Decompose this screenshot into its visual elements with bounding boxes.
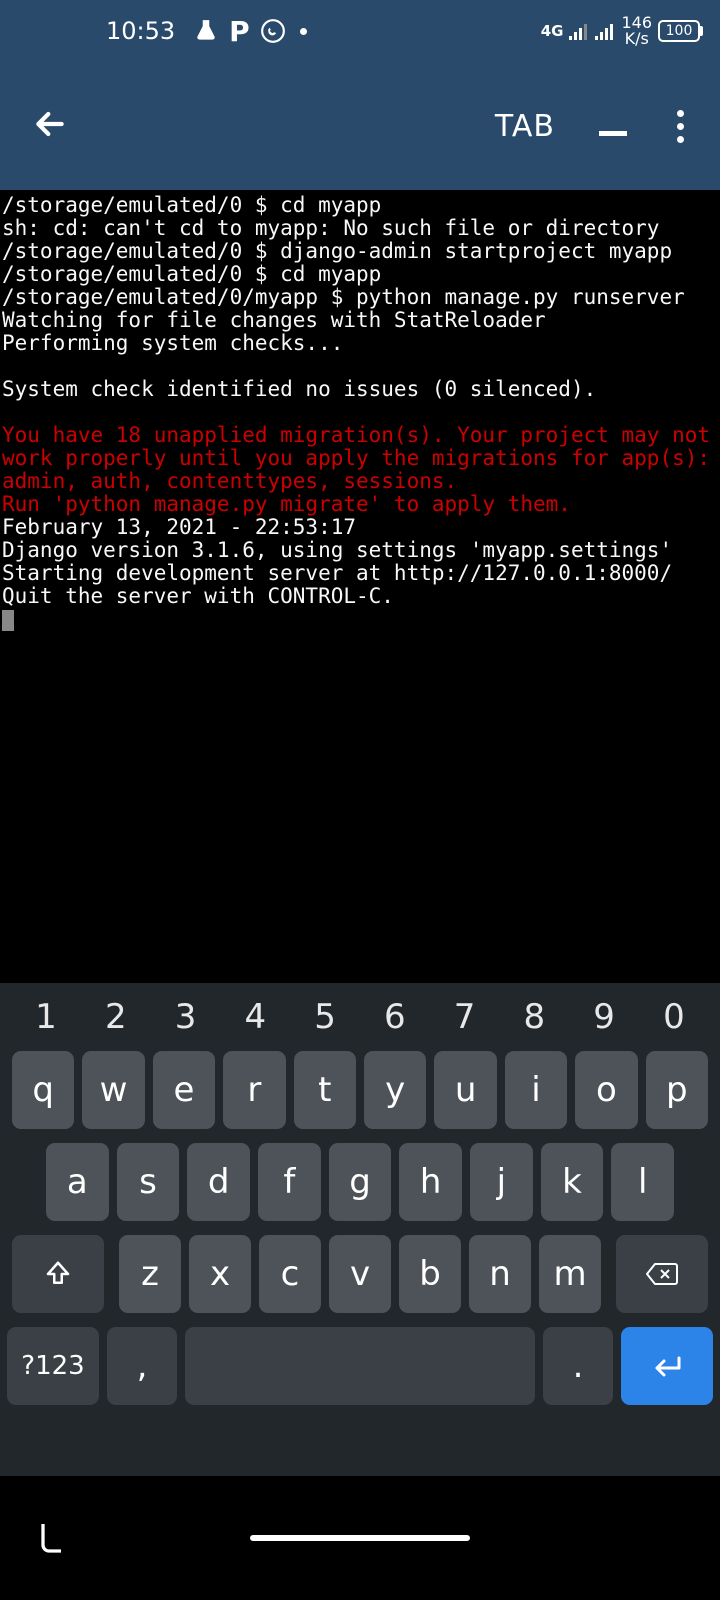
p-icon: P	[229, 15, 250, 48]
dot-icon	[300, 28, 307, 35]
num-key-6[interactable]: 6	[365, 997, 425, 1037]
app-header: TAB	[0, 62, 720, 190]
minimize-button[interactable]	[599, 131, 627, 136]
soft-keyboard: 1234567890 qwertyuiop asdfghjkl zxcvbnm …	[0, 983, 720, 1476]
keyboard-row-1: qwertyuiop	[10, 1051, 710, 1129]
key-w[interactable]: w	[82, 1051, 144, 1129]
num-key-2[interactable]: 2	[86, 997, 146, 1037]
key-k[interactable]: k	[541, 1143, 604, 1221]
num-key-9[interactable]: 9	[574, 997, 634, 1037]
battery-icon: 100	[658, 20, 700, 42]
enter-key[interactable]	[621, 1327, 713, 1405]
num-key-8[interactable]: 8	[504, 997, 564, 1037]
status-bar: 10:53 P 4G 146 K/s 100	[0, 0, 720, 62]
key-n[interactable]: n	[469, 1235, 531, 1313]
key-o[interactable]: o	[575, 1051, 637, 1129]
num-key-3[interactable]: 3	[156, 997, 216, 1037]
terminal-output[interactable]: /storage/emulated/0 $ cd myapp sh: cd: c…	[0, 190, 720, 983]
symbols-key[interactable]: ?123	[7, 1327, 99, 1405]
key-j[interactable]: j	[470, 1143, 533, 1221]
flask-icon	[193, 18, 219, 44]
home-indicator[interactable]	[250, 1535, 470, 1541]
key-l[interactable]: l	[611, 1143, 674, 1221]
key-b[interactable]: b	[399, 1235, 461, 1313]
key-z[interactable]: z	[119, 1235, 181, 1313]
recent-apps-button[interactable]	[34, 1518, 70, 1558]
space-key[interactable]	[185, 1327, 535, 1405]
key-g[interactable]: g	[329, 1143, 392, 1221]
net-speed: 146 K/s	[621, 15, 652, 47]
keyboard-row-2: asdfghjkl	[10, 1143, 710, 1221]
navigation-bar	[0, 1476, 720, 1600]
key-a[interactable]: a	[46, 1143, 109, 1221]
keyboard-number-row: 1234567890	[10, 997, 710, 1037]
backspace-key[interactable]	[616, 1235, 708, 1313]
network-type: 4G	[541, 22, 564, 40]
status-time: 10:53	[106, 17, 175, 45]
back-button[interactable]	[30, 104, 70, 148]
tab-button[interactable]: TAB	[495, 109, 555, 144]
whatsapp-icon	[260, 18, 286, 44]
shift-key[interactable]	[12, 1235, 104, 1313]
key-y[interactable]: y	[364, 1051, 426, 1129]
num-key-5[interactable]: 5	[295, 997, 355, 1037]
key-p[interactable]: p	[646, 1051, 708, 1129]
key-c[interactable]: c	[259, 1235, 321, 1313]
signal-icon-1	[569, 22, 589, 40]
key-h[interactable]: h	[399, 1143, 462, 1221]
more-options-button[interactable]	[671, 104, 690, 149]
key-f[interactable]: f	[258, 1143, 321, 1221]
key-q[interactable]: q	[12, 1051, 74, 1129]
comma-key[interactable]: ,	[107, 1327, 177, 1405]
key-u[interactable]: u	[434, 1051, 496, 1129]
key-x[interactable]: x	[189, 1235, 251, 1313]
signal-icon-2	[595, 22, 615, 40]
num-key-4[interactable]: 4	[225, 997, 285, 1037]
key-m[interactable]: m	[539, 1235, 601, 1313]
keyboard-row-4: ?123 , .	[10, 1327, 710, 1405]
num-key-7[interactable]: 7	[435, 997, 495, 1037]
keyboard-row-3: zxcvbnm	[10, 1235, 710, 1313]
key-t[interactable]: t	[294, 1051, 356, 1129]
period-key[interactable]: .	[543, 1327, 613, 1405]
key-s[interactable]: s	[117, 1143, 180, 1221]
key-e[interactable]: e	[153, 1051, 215, 1129]
num-key-0[interactable]: 0	[644, 997, 704, 1037]
key-d[interactable]: d	[187, 1143, 250, 1221]
status-left: 10:53 P	[106, 15, 307, 48]
key-i[interactable]: i	[505, 1051, 567, 1129]
num-key-1[interactable]: 1	[16, 997, 76, 1037]
key-v[interactable]: v	[329, 1235, 391, 1313]
status-right: 4G 146 K/s 100	[541, 15, 700, 47]
key-r[interactable]: r	[223, 1051, 285, 1129]
